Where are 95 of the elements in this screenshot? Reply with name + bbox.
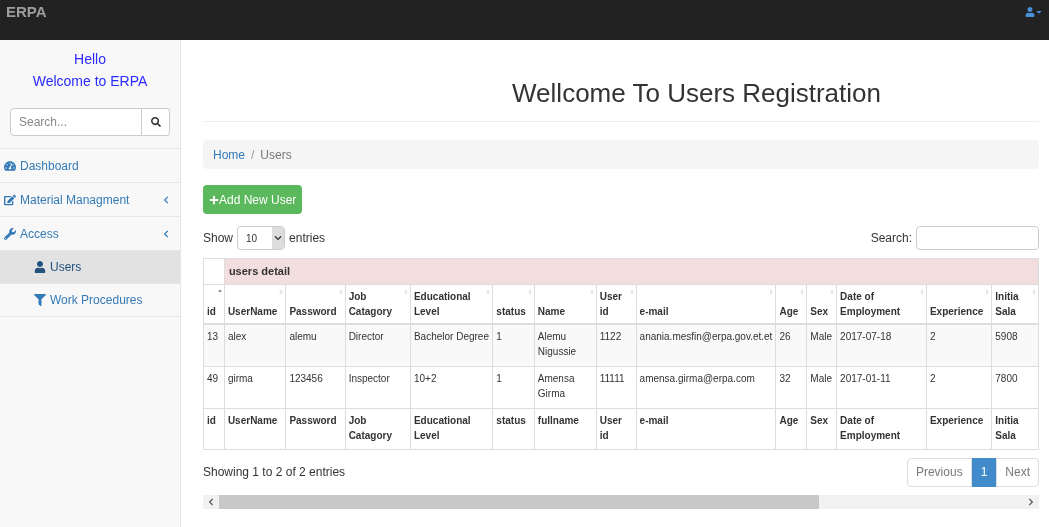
page-title: Wellcome To Users Registration [203,74,1039,122]
table-cell: girma [224,366,286,408]
table-cell: alex [224,324,286,366]
dashboard-icon [4,159,16,172]
dropdown-icon [274,234,283,242]
table-cell: 26 [775,324,807,366]
table-cell: Amensa Girma [534,366,597,408]
table-cell: 2017-07-18 [836,324,927,366]
table-cell: alemu [285,324,346,366]
welcome-text: Welcome to ERPA [32,72,148,91]
sort-asc-icon [216,289,223,295]
table-cell: 7800 [991,366,1039,408]
sidebar-subitem[interactable]: Users [0,251,180,284]
footer-header: Age [775,408,807,449]
plus-icon [209,194,219,205]
table-cell: Alemu Nigussie [534,324,597,366]
wrench-icon [4,227,16,240]
sort-icon [628,289,635,295]
footer-header: Password [285,408,346,449]
table-info: Showing 1 to 2 of 2 entries [203,464,346,481]
footer-header: Date of Employment [836,408,927,449]
table-cell: 123456 [285,366,346,408]
table-cell: Bachelor Degree [410,324,493,366]
chevron-icon [162,229,170,238]
search-field[interactable]: Search... [10,108,142,136]
breadcrumb-link[interactable]: Home [213,145,245,164]
sidebar-item[interactable]: Dashboard [0,149,180,183]
footer-header: Sex [806,408,837,449]
user-menu-button[interactable] [1025,7,1043,17]
table-cell: 11111 [596,366,637,408]
sort-icon [799,289,806,295]
scroll-left-icon[interactable] [207,497,215,506]
search-icon [150,117,161,127]
sort-icon [984,289,991,295]
footer-header: fullname [534,408,597,449]
sort-icon [402,289,409,295]
table-cell: anania.mesfin@erpa.gov.et.et [636,324,776,366]
entries-select[interactable]: 10 [237,226,286,250]
table-cell: Male [806,324,837,366]
caret-icon [1035,8,1043,16]
table-cell: 2017-01-11 [836,366,927,408]
sort-icon [918,289,925,295]
search-button[interactable] [142,108,170,136]
sidebar-item[interactable]: Material Managment [0,183,180,217]
sort-icon [829,289,836,295]
footer-header: Initia Sala [991,408,1039,449]
sort-icon [337,289,344,295]
sidebar-subitem[interactable]: Work Procedures [0,284,180,317]
footer-header: UserName [224,408,286,449]
table-cell: 10+2 [410,366,493,408]
entries-label: entries [289,230,326,247]
search-label: Search: [870,230,912,247]
user-icon [34,261,46,273]
pagination-button[interactable]: Next [996,457,1039,487]
table-cell: 1122 [596,324,637,366]
footer-header: Job Catagory [345,408,411,449]
sort-icon [278,289,285,295]
filter-icon [34,294,46,306]
group-header: users detail [224,258,1039,285]
sort-icon [588,289,595,295]
show-label: Show [203,230,234,247]
sort-icon [768,289,775,295]
table-cell: 1 [492,324,535,366]
pagination-button[interactable]: Previous [906,457,972,487]
scroll-right-icon[interactable] [1027,497,1035,506]
pagination-button[interactable]: 1 [971,457,997,487]
table-cell: amensa.girma@erpa.com [636,366,776,408]
breadcrumb-current: Users [260,146,292,164]
table-cell: 1 [492,366,535,408]
table-cell: 5908 [991,324,1039,366]
sort-icon [485,289,492,295]
footer-header: status [492,408,535,449]
edit-icon [4,193,16,206]
table-cell: 49 [203,366,225,408]
table-cell: Male [806,366,837,408]
footer-header: id [203,408,225,449]
table-cell: 2 [926,324,992,366]
sort-icon [526,289,533,295]
horizontal-scrollbar[interactable] [203,494,1039,509]
breadcrumb-separator: / [251,146,255,164]
table-cell: Inspector [345,366,411,408]
footer-header: e-mail [636,408,776,449]
table-cell: Director [345,324,411,366]
user-icon [1025,7,1035,17]
table-cell: 32 [775,366,807,408]
footer-header: Educational Level [410,408,493,449]
table-cell: 2 [926,366,992,408]
table-search-field[interactable] [916,226,1039,250]
footer-header: Experience [926,408,992,449]
chevron-icon [162,195,170,204]
brand[interactable]: ERPA [6,0,47,24]
footer-header: User id [596,408,637,449]
sort-icon [1031,289,1037,295]
greeting-text: Hello [74,50,106,69]
table-cell: 13 [203,324,225,366]
